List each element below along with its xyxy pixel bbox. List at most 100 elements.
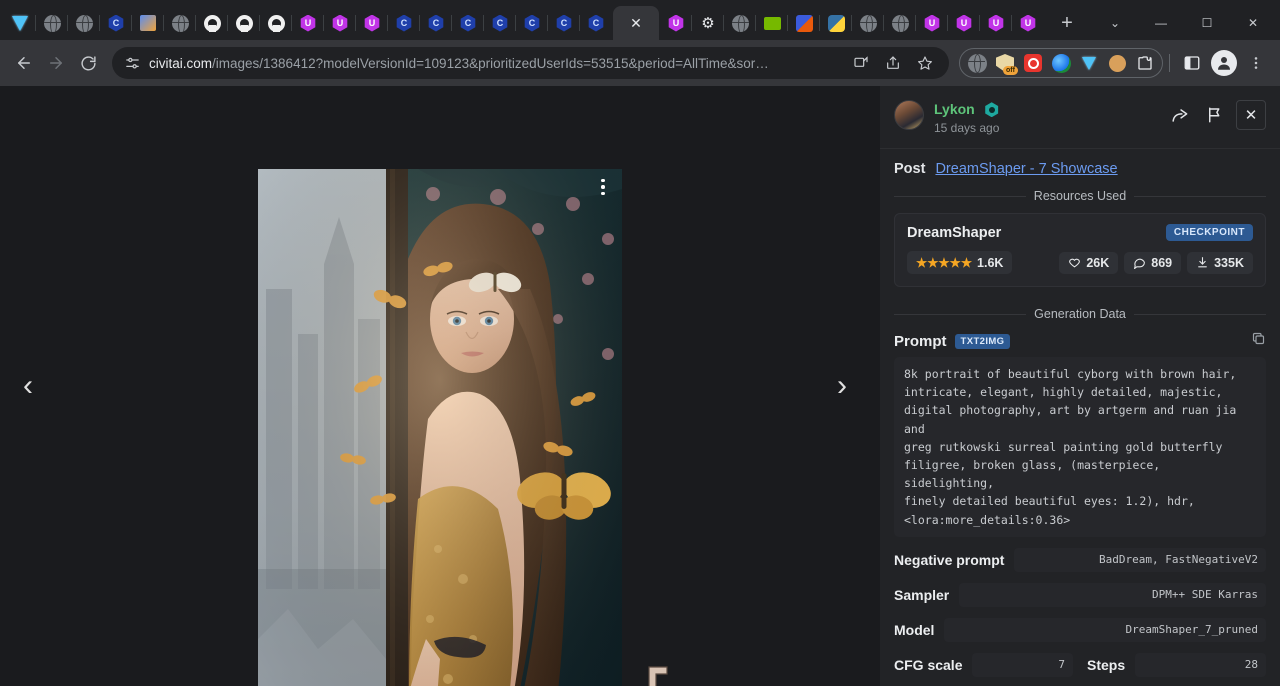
globe-extension-icon[interactable] — [964, 50, 990, 76]
minimize-button[interactable]: — — [1138, 6, 1184, 40]
tab-python[interactable] — [820, 6, 852, 40]
tab-civitai-4[interactable]: C — [452, 6, 484, 40]
tab-store[interactable] — [132, 6, 164, 40]
copy-icon[interactable] — [1251, 331, 1266, 351]
checkpoint-badge: CHECKPOINT — [1166, 224, 1253, 241]
share-icon[interactable] — [877, 50, 909, 76]
flag-icon[interactable] — [1200, 100, 1230, 130]
tab-civitai-5[interactable]: C — [484, 6, 516, 40]
diamond-extension-icon[interactable] — [1076, 50, 1102, 76]
comments-count: 869 — [1151, 256, 1172, 270]
tab-globe-6[interactable] — [884, 6, 916, 40]
tab-globe-3[interactable] — [164, 6, 196, 40]
param-value[interactable]: 7 — [972, 653, 1073, 677]
tab-nvidia[interactable] — [756, 6, 788, 40]
post-label: Post — [894, 161, 925, 177]
tab-civitai-1[interactable]: C — [100, 6, 132, 40]
next-image-button[interactable]: › — [822, 366, 862, 406]
puzzle-extension-icon[interactable] — [1132, 50, 1158, 76]
url-text[interactable]: civitai.com/images/1386412?modelVersionI… — [141, 56, 845, 71]
hex-u-icon: U — [988, 15, 1005, 32]
likes-pill[interactable]: 26K — [1059, 252, 1118, 274]
comments-pill[interactable]: 869 — [1124, 252, 1181, 274]
image-viewer: ‹ › — [0, 86, 880, 686]
tab-diamond[interactable] — [4, 6, 36, 40]
tab-u-3[interactable]: U — [356, 6, 388, 40]
tab-globe-1[interactable] — [36, 6, 68, 40]
tab-civitai-6[interactable]: C — [516, 6, 548, 40]
resource-card[interactable]: DreamShaper CHECKPOINT ★★★★★ 1.6K 26K — [894, 213, 1266, 287]
tab-settings[interactable]: ⚙ — [692, 6, 724, 40]
back-button[interactable] — [8, 47, 40, 79]
tab-u-1[interactable]: U — [292, 6, 324, 40]
tab-u-4[interactable]: U — [660, 6, 692, 40]
username[interactable]: Lykon — [934, 101, 975, 119]
kebab-menu-icon[interactable] — [1240, 47, 1272, 79]
param-value[interactable]: 28 — [1135, 653, 1266, 677]
tab-u-8[interactable]: U — [1012, 6, 1044, 40]
tab-u-6[interactable]: U — [948, 6, 980, 40]
cookie-extension-icon[interactable] — [1104, 50, 1130, 76]
side-panel-icon[interactable] — [1176, 47, 1208, 79]
hex-c-icon: C — [492, 15, 509, 32]
prompt-text[interactable]: 8k portrait of beautiful cyborg with bro… — [894, 357, 1266, 537]
tab-github-1[interactable] — [196, 6, 228, 40]
maximize-button[interactable]: ☐ — [1184, 6, 1230, 40]
new-tab-button[interactable]: + — [1050, 6, 1084, 40]
tab-u-2[interactable]: U — [324, 6, 356, 40]
verified-hex-icon — [984, 102, 999, 117]
avatar[interactable] — [894, 100, 924, 130]
param-value[interactable]: DPM++ SDE Karras — [959, 583, 1266, 607]
tab-civitai-3[interactable]: C — [420, 6, 452, 40]
url-host: civitai.com — [149, 56, 212, 71]
share-arrow-icon[interactable] — [1164, 100, 1194, 130]
address-bar[interactable]: civitai.com/images/1386412?modelVersionI… — [112, 47, 949, 79]
hex-c-icon: C — [588, 15, 605, 32]
browser-window: C U U U C C C C C C C ✕ U ⚙ U U U U + ⌄ — [0, 0, 1280, 686]
tab-search-button[interactable]: ⌄ — [1092, 6, 1138, 40]
image-options-button[interactable] — [592, 174, 614, 200]
rating-pill[interactable]: ★★★★★ 1.6K — [907, 251, 1012, 274]
bookmark-star-icon[interactable] — [909, 50, 941, 76]
reload-button[interactable] — [72, 47, 104, 79]
tab-u-5[interactable]: U — [916, 6, 948, 40]
previous-image-button[interactable]: ‹ — [8, 366, 48, 406]
tab-globe-2[interactable] — [68, 6, 100, 40]
site-settings-icon[interactable] — [124, 55, 141, 72]
cast-icon[interactable] — [845, 50, 877, 76]
tab-globe-4[interactable] — [724, 6, 756, 40]
extensions-group: off — [959, 48, 1163, 78]
divider-line-left — [894, 314, 1026, 315]
tab-u-7[interactable]: U — [980, 6, 1012, 40]
close-panel-button[interactable]: ✕ — [1236, 100, 1266, 130]
downloads-count: 335K — [1214, 256, 1244, 270]
close-icon[interactable]: ✕ — [630, 15, 642, 32]
hex-u-icon: U — [364, 15, 381, 32]
param-value[interactable]: BadDream, FastNegativeV2 — [1014, 548, 1266, 572]
generation-data-label: Generation Data — [1034, 307, 1126, 321]
hex-u-icon: U — [1020, 15, 1037, 32]
forward-button[interactable] — [40, 47, 72, 79]
tab-civitai-7[interactable]: C — [548, 6, 580, 40]
tab-github-3[interactable] — [260, 6, 292, 40]
txt2img-badge: TXT2IMG — [955, 334, 1011, 349]
tab-paint[interactable] — [788, 6, 820, 40]
tab-github-2[interactable] — [228, 6, 260, 40]
adblock-extension-icon[interactable]: off — [992, 50, 1018, 76]
resource-top-row: DreamShaper CHECKPOINT — [907, 224, 1253, 241]
downloads-pill[interactable]: 335K — [1187, 252, 1253, 274]
tab-globe-5[interactable] — [852, 6, 884, 40]
param-value[interactable]: DreamShaper_7_pruned — [944, 618, 1266, 642]
resource-name[interactable]: DreamShaper — [907, 225, 1001, 241]
tab-civitai-8[interactable]: C — [580, 6, 612, 40]
earth-extension-icon[interactable] — [1048, 50, 1074, 76]
hex-c-icon: C — [524, 15, 541, 32]
close-window-button[interactable]: ✕ — [1230, 6, 1276, 40]
recorder-extension-icon[interactable] — [1020, 50, 1046, 76]
github-icon — [204, 15, 221, 32]
param-row-sampler: Sampler DPM++ SDE Karras — [894, 583, 1266, 607]
tab-active-civitai[interactable]: ✕ — [613, 6, 659, 40]
post-link[interactable]: DreamShaper - 7 Showcase — [935, 161, 1117, 177]
tab-civitai-2[interactable]: C — [388, 6, 420, 40]
profile-icon[interactable] — [1208, 47, 1240, 79]
